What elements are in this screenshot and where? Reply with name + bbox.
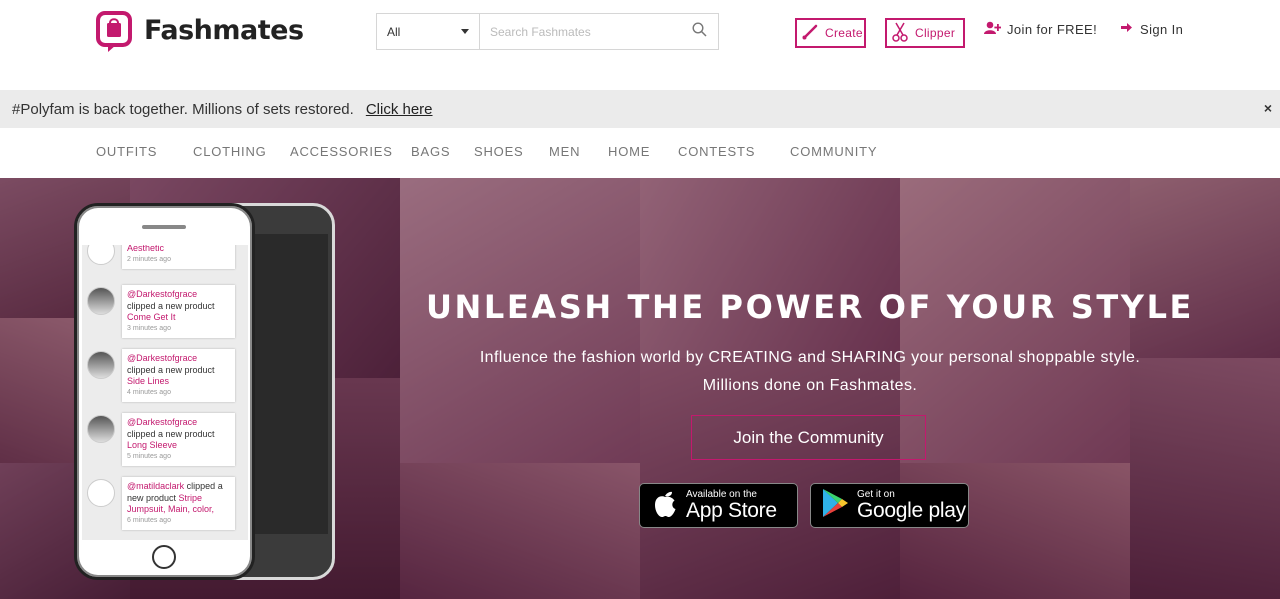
create-label: Create xyxy=(825,26,863,40)
search-input[interactable] xyxy=(480,14,680,49)
phone-mockup: Aesthetic 2 minutes ago @Darkestofgrace … xyxy=(74,203,255,580)
search-bar: All xyxy=(376,13,719,50)
feed-user: @Darkestofgrace xyxy=(127,417,198,427)
hero-subtitle: Influence the fashion world by CREATING … xyxy=(420,344,1200,400)
nav-item-outfits[interactable]: OUTFITS xyxy=(96,144,157,159)
hero-banner: Aesthetic 2 minutes ago @Darkestofgrace … xyxy=(0,178,1280,599)
nav-item-shoes[interactable]: SHOES xyxy=(474,144,524,159)
hero-subtitle-line: Millions done on Fashmates. xyxy=(702,377,918,394)
join-label: Join for FREE! xyxy=(1007,22,1098,37)
logo[interactable]: Fashmates xyxy=(96,8,304,52)
feed-product: Side Lines xyxy=(127,376,170,386)
feed-item[interactable]: @Darkestofgrace clipped a new product Si… xyxy=(122,349,235,402)
phone-speaker xyxy=(142,225,186,229)
feed-time: 2 minutes ago xyxy=(127,255,171,263)
category-nav: OUTFITS CLOTHING ACCESSORIES BAGS SHOES … xyxy=(0,128,1280,178)
close-icon[interactable]: × xyxy=(1264,100,1272,116)
feed-item[interactable]: @matildaclark clipped a new product Stri… xyxy=(122,477,235,530)
search-button[interactable] xyxy=(680,14,718,49)
avatar xyxy=(87,479,115,507)
shopping-bag-logo-icon xyxy=(96,8,134,52)
notice-bar: #Polyfam is back together. Millions of s… xyxy=(0,90,1280,128)
phone-home-button xyxy=(152,545,176,569)
feed-product: Come Get It xyxy=(127,312,176,322)
nav-item-accessories[interactable]: ACCESSORIES xyxy=(290,144,393,159)
brush-icon xyxy=(801,23,825,44)
google-play-icon xyxy=(821,488,849,523)
scissors-icon xyxy=(891,21,915,46)
site-header: Fashmates All Create Clipper Join for FR… xyxy=(0,0,1280,90)
caret-down-icon xyxy=(461,29,469,34)
google-play-text: Get it on Google play xyxy=(857,489,966,522)
nav-item-home[interactable]: HOME xyxy=(608,144,650,159)
notice-link[interactable]: Click here xyxy=(366,101,433,118)
feed-time: 6 minutes ago xyxy=(127,516,171,524)
feed-time: 5 minutes ago xyxy=(127,452,171,460)
feed-action: clipped a new product xyxy=(127,428,215,439)
feed-time: 4 minutes ago xyxy=(127,388,171,396)
nav-item-clothing[interactable]: CLOTHING xyxy=(193,144,267,159)
feed-product: Long Sleeve xyxy=(127,440,178,450)
notice-text: #Polyfam is back together. Millions of s… xyxy=(12,100,354,118)
avatar xyxy=(87,287,115,315)
hero-title: UNLEASH THE POWER OF YOUR STYLE xyxy=(425,288,1195,326)
hero-subtitle-line: Influence the fashion world by CREATING … xyxy=(479,349,1141,366)
avatar xyxy=(87,245,115,265)
feed-user: @matildaclark xyxy=(127,481,185,491)
clipper-button[interactable]: Clipper xyxy=(885,18,965,48)
search-category-value: All xyxy=(387,24,401,39)
search-icon xyxy=(691,21,707,42)
app-store-text: Available on the App Store xyxy=(686,489,777,522)
user-plus-icon xyxy=(984,21,1007,38)
sign-in-link[interactable]: Sign In xyxy=(1121,21,1183,37)
feed-action: clipped a new product xyxy=(127,364,215,375)
google-play-badge[interactable]: Get it on Google play xyxy=(810,483,969,528)
feed-action: clipped a new product xyxy=(127,300,215,311)
avatar xyxy=(87,351,115,379)
feed-user: @Darkestofgrace xyxy=(127,353,198,363)
feed-time: 3 minutes ago xyxy=(127,324,171,332)
nav-item-contests[interactable]: CONTESTS xyxy=(678,144,755,159)
join-community-button[interactable]: Join the Community xyxy=(691,415,926,460)
avatar xyxy=(87,415,115,443)
google-play-big-text: Google play xyxy=(857,499,966,522)
nav-item-community[interactable]: COMMUNITY xyxy=(790,144,877,159)
app-store-big-text: App Store xyxy=(686,499,777,522)
join-free-link[interactable]: Join for FREE! xyxy=(984,21,1097,38)
nav-item-men[interactable]: MEN xyxy=(549,144,580,159)
activity-feed: Aesthetic 2 minutes ago @Darkestofgrace … xyxy=(82,245,248,540)
clipper-label: Clipper xyxy=(915,26,956,40)
brand-name: Fashmates xyxy=(144,14,304,46)
feed-product: Aesthetic xyxy=(127,245,165,253)
app-store-badge[interactable]: Available on the App Store xyxy=(639,483,798,528)
create-button[interactable]: Create xyxy=(795,18,866,48)
feed-item[interactable]: @Darkestofgrace clipped a new product Lo… xyxy=(122,413,235,466)
feed-item[interactable]: @Darkestofgrace clipped a new product Co… xyxy=(122,285,235,338)
sign-in-icon xyxy=(1121,21,1140,37)
apple-icon xyxy=(652,488,678,523)
feed-user: @Darkestofgrace xyxy=(127,289,198,299)
nav-item-bags[interactable]: BAGS xyxy=(411,144,450,159)
signin-label: Sign In xyxy=(1140,21,1184,37)
search-category-select[interactable]: All xyxy=(377,14,480,49)
feed-item[interactable]: Aesthetic 2 minutes ago xyxy=(122,245,235,269)
